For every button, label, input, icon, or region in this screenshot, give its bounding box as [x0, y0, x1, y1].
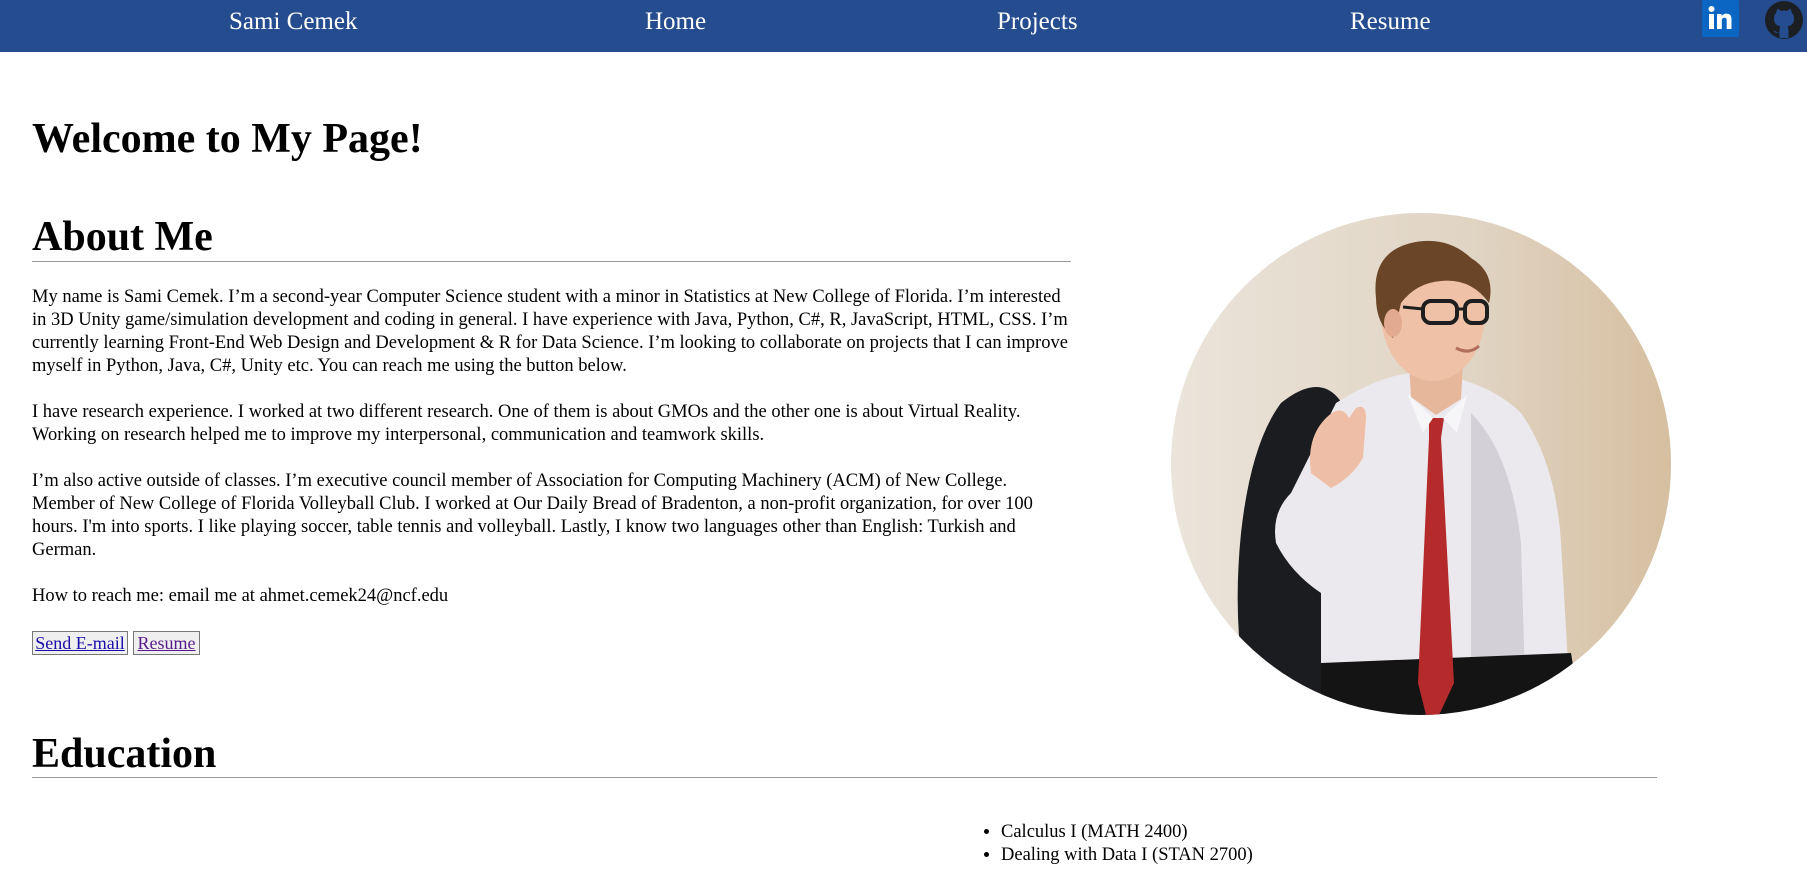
nav-resume-link[interactable]: Resume [1350, 7, 1431, 37]
about-paragraph-contact: How to reach me: email me at ahmet.cemek… [32, 586, 449, 606]
education-divider [32, 777, 1657, 778]
nav-brand-link[interactable]: Sami Cemek [229, 7, 357, 37]
linkedin-icon[interactable] [1702, 0, 1739, 37]
list-item: Calculus I (MATH 2400) [1001, 821, 1253, 844]
about-paragraph-intro: My name is Sami Cemek. I’m a second-year… [32, 287, 1068, 376]
github-icon[interactable] [1764, 0, 1804, 40]
about-paragraph-activities: I’m also active outside of classes. I’m … [32, 471, 1033, 560]
list-item: Dealing with Data I (STAN 2700) [1001, 844, 1253, 867]
profile-photo [1171, 213, 1671, 715]
about-paragraph-research: I have research experience. I worked at … [32, 402, 1021, 445]
about-heading: About Me [32, 214, 213, 260]
resume-button[interactable]: Resume [133, 631, 200, 655]
nav-projects-link[interactable]: Projects [997, 7, 1078, 37]
nav-home-link[interactable]: Home [645, 7, 706, 37]
education-heading: Education [32, 731, 217, 777]
about-divider [32, 261, 1071, 262]
top-navbar: Sami Cemek Home Projects Resume [0, 0, 1807, 52]
page-title: Welcome to My Page! [32, 116, 423, 162]
course-list: Calculus I (MATH 2400) Dealing with Data… [978, 821, 1253, 867]
send-email-button[interactable]: Send E-mail [32, 631, 128, 655]
